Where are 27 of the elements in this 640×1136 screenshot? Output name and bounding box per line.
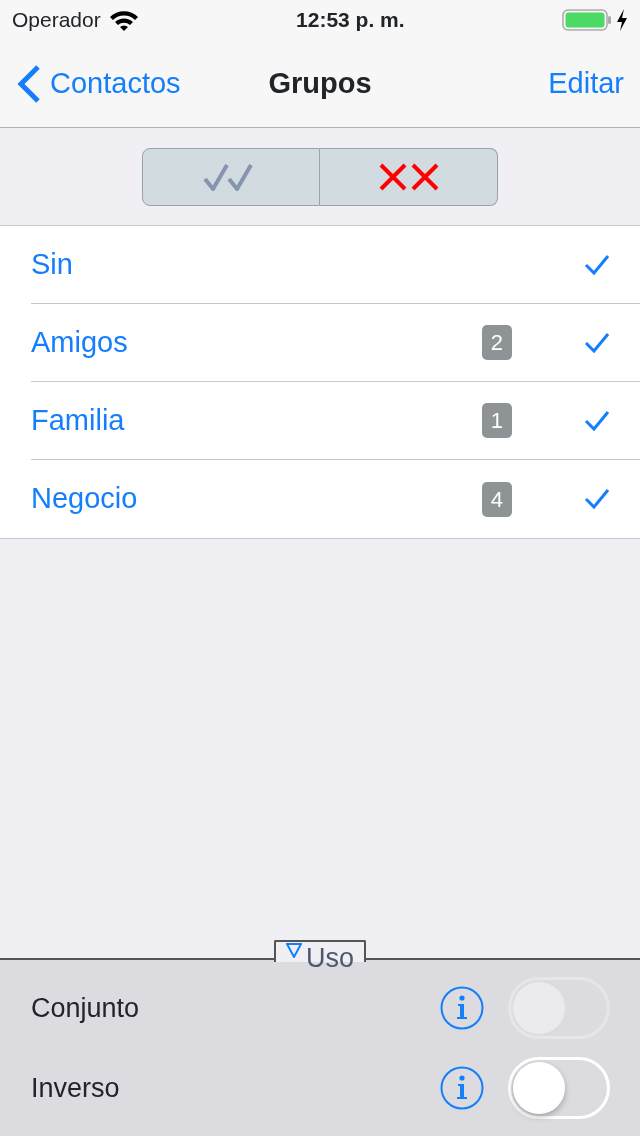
back-button[interactable]: Contactos	[16, 61, 181, 106]
double-cross-icon	[378, 162, 439, 191]
info-icon[interactable]	[440, 986, 484, 1030]
group-row[interactable]: Sin	[0, 226, 640, 304]
edit-button[interactable]: Editar	[548, 61, 624, 106]
select-all-button[interactable]	[142, 147, 320, 206]
group-name: Amigos	[31, 324, 129, 360]
screen-title: Grupos	[268, 65, 372, 101]
member-count: 1	[481, 403, 512, 438]
group-name: Negocio	[31, 481, 139, 517]
deselect-all-button[interactable]	[320, 147, 498, 206]
wifi-icon	[108, 9, 139, 31]
member-count: 4	[481, 481, 512, 517]
battery-icon	[562, 9, 612, 31]
info-icon[interactable]	[440, 1066, 484, 1110]
member-count: 2	[481, 325, 512, 360]
clock-time: 12:53 p. m.	[296, 7, 405, 34]
panel-toggle[interactable]: Uso	[286, 942, 354, 976]
option-label: Inverso	[31, 1071, 121, 1105]
option-label: Conjunto	[31, 991, 141, 1025]
group-row[interactable]: Amigos 2	[0, 304, 640, 382]
group-row[interactable]: Familia 1	[0, 382, 640, 460]
group-name: Sin	[31, 246, 74, 282]
group-row[interactable]: Negocio 4	[0, 460, 640, 538]
carrier-name: Operador	[12, 7, 101, 34]
group-name: Familia	[31, 402, 126, 438]
back-chevron-icon	[16, 63, 42, 104]
